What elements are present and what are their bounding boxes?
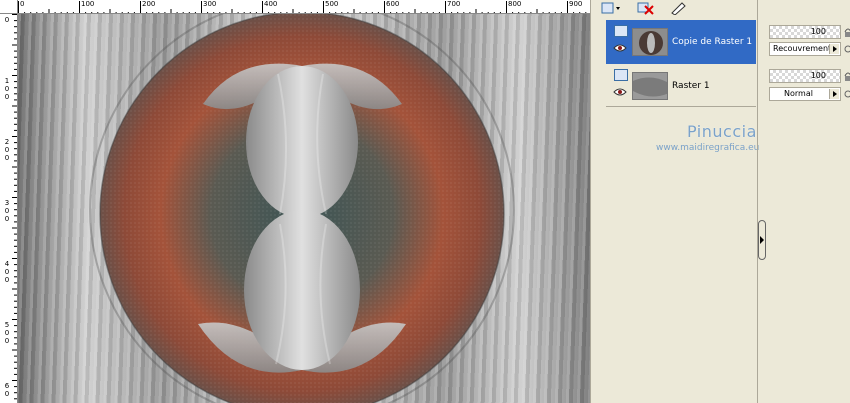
top-ruler[interactable]: 0 100 200 300 400 500 600 700 800 900: [18, 0, 590, 14]
blend-mode-value: Normal: [784, 89, 813, 98]
top-ruler-label: 300: [203, 0, 217, 8]
opacity-slider[interactable]: 100: [769, 25, 841, 39]
layer-name: Raster 1: [672, 81, 710, 91]
left-ruler[interactable]: 0 1 0 0 2 0 0 3 0 0 4 0 0 5 0 0 6 0: [0, 14, 18, 403]
blend-mode-select[interactable]: Recouvrement: [769, 42, 841, 56]
image-canvas[interactable]: [18, 14, 590, 403]
top-ruler-label: 600: [386, 0, 400, 8]
layers-list: Copie de Raster 1 Raster 1: [606, 16, 756, 106]
app-window: 0 100 200 300 400 500 600 700 800 900 0 …: [0, 0, 850, 403]
delete-layer-button[interactable]: [637, 0, 657, 15]
top-ruler-label: 900: [569, 0, 583, 8]
top-ruler-label: 800: [508, 0, 522, 8]
opacity-value: 100: [810, 71, 826, 80]
watermark-url: www.maidiregrafica.eu: [656, 143, 760, 153]
canvas-panel-border: [590, 0, 596, 403]
layer-row-raster-1[interactable]: Raster 1: [606, 64, 756, 108]
top-ruler-label: 400: [264, 0, 278, 8]
top-ruler-label: 700: [447, 0, 461, 8]
canvas-artwork: [89, 14, 515, 403]
top-ruler-label: 500: [325, 0, 339, 8]
raster-layer-icon: [614, 69, 628, 81]
left-ruler-label: 2 0 0: [4, 138, 10, 162]
layer-new-icon: [601, 2, 620, 14]
layer-row-copie-de-raster-1[interactable]: Copie de Raster 1: [606, 20, 756, 64]
link-icon[interactable]: [844, 43, 850, 55]
ruler-corner: [0, 0, 18, 14]
lock-icon[interactable]: [844, 26, 850, 38]
blend-mode-select[interactable]: Normal: [769, 87, 841, 101]
pen-icon: [671, 2, 686, 16]
layers-separator: [606, 106, 756, 107]
lock-icon[interactable]: [844, 70, 850, 82]
edit-layer-button[interactable]: [669, 0, 689, 16]
top-ruler-label: 0: [20, 0, 25, 8]
opacity-slider[interactable]: 100: [769, 69, 841, 83]
layer-thumbnail: [632, 72, 668, 100]
layer-properties-column: 100 Recouvrement 100 Normal: [766, 0, 850, 403]
left-ruler-label: 5 0 0: [4, 321, 10, 345]
watermark-title: Pinuccia: [687, 122, 757, 141]
layers-toolbar: [597, 0, 757, 16]
blend-mode-value: Recouvrement: [773, 44, 832, 53]
opacity-value: 100: [810, 27, 826, 36]
left-ruler-label: 0: [4, 16, 10, 24]
delete-icon: [637, 2, 654, 15]
left-ruler-label: 6 0: [4, 382, 10, 398]
chevron-right-icon: [829, 44, 839, 54]
chevron-right-icon: [829, 89, 839, 99]
left-ruler-label: 3 0 0: [4, 199, 10, 223]
chevron-right-icon: [760, 236, 764, 244]
left-ruler-label: 4 0 0: [4, 260, 10, 284]
top-ruler-label: 100: [81, 0, 95, 8]
top-ruler-ticks: [18, 1, 587, 13]
visibility-eye-icon[interactable]: [613, 88, 627, 96]
visibility-eye-icon[interactable]: [613, 44, 627, 52]
link-icon[interactable]: [844, 88, 850, 100]
layer-thumbnail: [632, 28, 668, 56]
layer-name: Copie de Raster 1: [672, 37, 753, 47]
new-layer-button[interactable]: [601, 0, 621, 14]
left-ruler-label: 1 0 0: [4, 77, 10, 101]
top-ruler-label: 200: [142, 0, 156, 8]
raster-layer-icon: [614, 25, 628, 37]
panel-splitter[interactable]: [757, 0, 766, 403]
